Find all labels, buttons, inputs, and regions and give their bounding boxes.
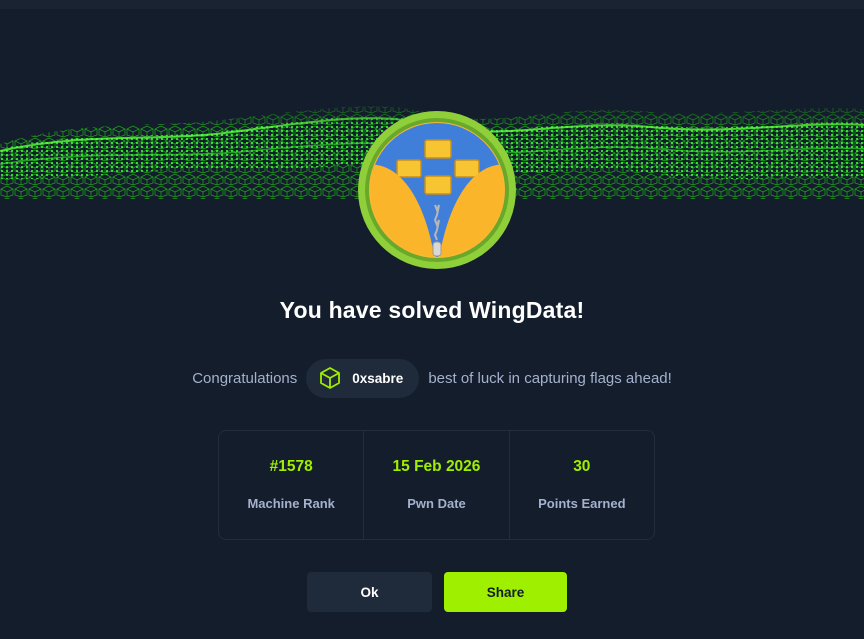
top-bar — [0, 0, 864, 9]
stat-label: Pwn Date — [407, 496, 466, 511]
congrats-prefix: Congratulations — [192, 369, 298, 387]
congrats-suffix: best of luck in capturing flags ahead! — [428, 369, 672, 387]
modal-title: You have solved WingData! — [279, 297, 585, 323]
stat-value: 15 Feb 2026 — [392, 458, 481, 475]
congratulations-line: Congratulations 0xsabre best of luck in … — [0, 358, 864, 398]
stat-pwn-date: 15 Feb 2026 Pwn Date — [363, 431, 508, 539]
username: 0xsabre — [352, 370, 404, 386]
ok-button[interactable]: Ok — [307, 572, 432, 612]
stat-value: 30 — [573, 458, 591, 475]
stats-panel: #1578 Machine Rank 15 Feb 2026 Pwn Date … — [218, 430, 655, 540]
stat-points-earned: 30 Points Earned — [508, 431, 654, 539]
stat-label: Machine Rank — [247, 496, 335, 511]
zipped-folders-icon — [358, 111, 516, 269]
machine-avatar — [357, 110, 517, 270]
stat-value: #1578 — [269, 458, 313, 475]
stat-machine-rank: #1578 Machine Rank — [219, 431, 363, 539]
stat-label: Points Earned — [538, 496, 626, 511]
cube-icon — [320, 367, 341, 389]
machine-solved-modal: You have solved WingData! Congratulation… — [0, 9, 864, 639]
user-chip[interactable]: 0xsabre — [306, 358, 420, 398]
share-button[interactable]: Share — [444, 572, 567, 612]
